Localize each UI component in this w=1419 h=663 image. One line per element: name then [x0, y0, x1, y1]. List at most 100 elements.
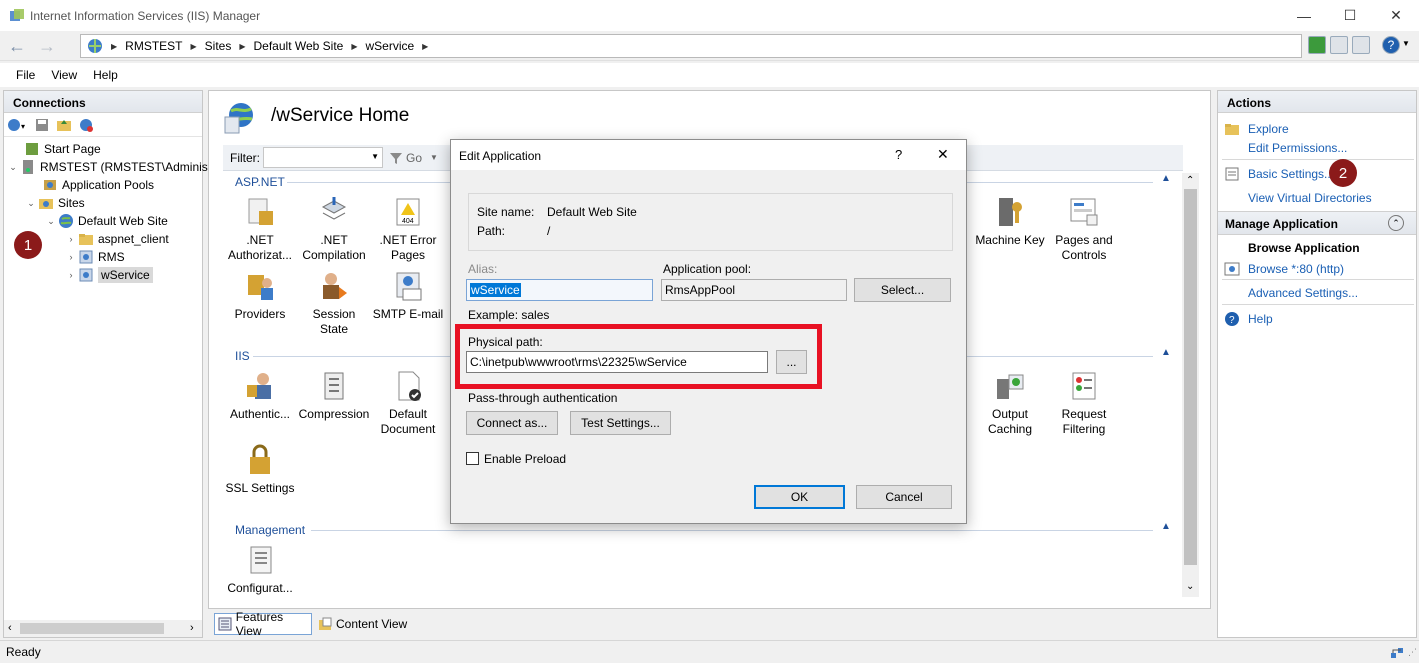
tree-item-default-web-site[interactable]: ⌄ Default Web Site — [4, 212, 202, 230]
compression-icon — [324, 372, 344, 400]
manage-application-header[interactable]: Manage Application ⌃ — [1218, 211, 1416, 235]
feature-pages-controls[interactable]: Pages and Controls — [1047, 195, 1121, 263]
test-settings-button[interactable]: Test Settings... — [570, 411, 671, 435]
breadcrumb-app[interactable]: wService — [365, 39, 414, 53]
close-window-button[interactable]: ✕ — [1373, 0, 1419, 31]
breadcrumb-site[interactable]: Default Web Site — [254, 39, 344, 53]
connect-as-button[interactable]: Connect as... — [466, 411, 558, 435]
action-advanced-settings[interactable]: Advanced Settings... — [1248, 286, 1358, 300]
site-name-label: Site name: — [477, 205, 535, 219]
feature-output-caching[interactable]: Output Caching — [973, 369, 1047, 437]
tab-features-view[interactable]: Features View — [214, 610, 312, 638]
tree-item-start-page[interactable]: Start Page — [4, 140, 202, 158]
connections-panel: Connections ▾ Start Page ⌄ RMSTEST (RMST… — [3, 90, 211, 638]
action-view-virtual-directories[interactable]: View Virtual Directories — [1248, 191, 1372, 205]
forward-button[interactable]: → — [36, 35, 58, 57]
back-button[interactable]: ← — [6, 35, 28, 57]
stop-icon[interactable] — [1330, 36, 1348, 54]
scroll-thumb[interactable] — [20, 623, 164, 634]
tree-item-sites[interactable]: ⌄ Sites — [4, 194, 202, 212]
authentication-icon — [247, 373, 271, 399]
feature-net-error-pages[interactable]: 404 .NET Error Pages — [371, 195, 445, 263]
breadcrumb-sites[interactable]: Sites — [205, 39, 232, 53]
scroll-left-icon[interactable]: ‹ — [8, 622, 12, 634]
go-button[interactable]: Go — [406, 151, 422, 165]
feature-ssl-settings[interactable]: SSL Settings — [223, 443, 297, 496]
feature-authentication[interactable]: Authentic... — [223, 369, 297, 422]
action-browse-80[interactable]: Browse *:80 (http) — [1224, 261, 1344, 277]
feature-default-document[interactable]: Default Document — [371, 369, 445, 437]
tree-item-server[interactable]: ⌄ RMSTEST (RMSTEST\Administ — [4, 158, 211, 176]
help-icon[interactable]: ? — [1382, 36, 1400, 54]
refresh-icon[interactable] — [1308, 36, 1326, 54]
breadcrumb-server[interactable]: RMSTEST — [125, 39, 182, 53]
up-folder-icon[interactable] — [56, 117, 72, 133]
expand-icon[interactable]: › — [64, 270, 78, 280]
select-pool-button[interactable]: Select... — [854, 278, 951, 302]
expand-icon[interactable]: › — [64, 252, 78, 262]
connect-icon[interactable]: ▾ — [6, 117, 28, 133]
feature-request-filtering[interactable]: Request Filtering — [1047, 369, 1121, 437]
feature-compression[interactable]: Compression — [297, 369, 371, 422]
scroll-thumb[interactable] — [1184, 189, 1197, 565]
maximize-button[interactable]: ☐ — [1327, 0, 1373, 31]
browse-icon — [1224, 262, 1240, 276]
filter-dropdown-icon[interactable]: ▼ — [371, 152, 379, 161]
physical-path-field[interactable]: C:\inetpub\wwwroot\rms\22325\wService — [466, 351, 768, 373]
action-edit-permissions[interactable]: Edit Permissions... — [1248, 141, 1347, 155]
action-help[interactable]: ? Help — [1224, 311, 1273, 327]
address-bar[interactable]: ▶ RMSTEST ▶ Sites ▶ Default Web Site ▶ w… — [80, 34, 1302, 58]
feature-configuration-editor[interactable]: Configurat... Edit... — [223, 543, 297, 597]
app-pools-icon — [44, 180, 56, 190]
action-basic-settings[interactable]: Basic Settings... — [1224, 166, 1334, 182]
dialog-close-button[interactable]: ✕ — [937, 146, 949, 163]
collapse-section-icon[interactable]: ⌃ — [1388, 215, 1404, 231]
tree-item-wservice[interactable]: › wService — [4, 266, 202, 284]
feature-smtp-email[interactable]: SMTP E-mail — [371, 269, 445, 322]
collapse-icon[interactable]: ⌄ — [6, 162, 20, 173]
menu-help[interactable]: Help — [93, 68, 118, 82]
tab-content-view[interactable]: Content View — [316, 613, 416, 635]
go-dropdown-icon[interactable]: ▼ — [430, 153, 438, 162]
collapse-management-icon[interactable]: ▲ — [1161, 521, 1171, 532]
minimize-button[interactable]: — — [1281, 0, 1327, 31]
title-bar: Internet Information Services (IIS) Mana… — [0, 0, 1419, 31]
feature-session-state[interactable]: Session State — [297, 269, 371, 337]
collapse-aspnet-icon[interactable]: ▲ — [1161, 173, 1171, 184]
disconnect-icon[interactable] — [78, 117, 94, 133]
collapse-iis-icon[interactable]: ▲ — [1161, 347, 1171, 358]
save-icon[interactable] — [34, 117, 50, 133]
collapse-icon[interactable]: ⌄ — [24, 198, 38, 209]
go-icon[interactable] — [389, 151, 403, 165]
cancel-button[interactable]: Cancel — [856, 485, 952, 509]
enable-preload-checkbox[interactable] — [466, 452, 479, 465]
address-row: ← → ▶ RMSTEST ▶ Sites ▶ Default Web Site… — [0, 31, 1419, 61]
home-icon[interactable] — [1352, 36, 1370, 54]
ok-button[interactable]: OK — [754, 485, 845, 509]
collapse-icon[interactable]: ⌄ — [44, 216, 58, 227]
feature-machine-key[interactable]: Machine Key — [973, 195, 1047, 248]
tree-item-app-pools[interactable]: Application Pools — [4, 176, 202, 194]
alias-field[interactable]: wService — [466, 279, 653, 301]
scroll-up-icon[interactable]: ⌃ — [1186, 175, 1194, 186]
menu-file[interactable]: File — [16, 68, 35, 82]
menu-view[interactable]: View — [51, 68, 77, 82]
feature-net-compilation[interactable]: .NET Compilation — [297, 195, 371, 263]
browse-path-button[interactable]: ... — [776, 350, 807, 374]
content-view-icon — [319, 617, 332, 630]
resize-grip-icon[interactable]: ⋰ — [1408, 647, 1417, 658]
filter-input[interactable]: ▼ — [263, 147, 383, 168]
scroll-down-icon[interactable]: ⌄ — [1186, 581, 1194, 592]
connections-hscrollbar[interactable]: ‹ › — [4, 620, 202, 637]
dialog-help-button[interactable]: ? — [895, 147, 902, 162]
svg-text:404: 404 — [402, 218, 414, 225]
feature-providers[interactable]: Providers — [223, 269, 297, 322]
svg-text:▾: ▾ — [21, 122, 25, 131]
help-dropdown-icon[interactable]: ▼ — [1402, 39, 1410, 48]
scroll-right-icon[interactable]: › — [190, 622, 194, 634]
feature-net-authorization[interactable]: .NET Authorizat... — [223, 195, 297, 263]
action-explore[interactable]: Explore — [1224, 121, 1289, 137]
application-icon — [79, 268, 93, 282]
features-vscrollbar[interactable]: ⌃ ⌄ — [1182, 173, 1199, 597]
expand-icon[interactable]: › — [64, 234, 78, 244]
